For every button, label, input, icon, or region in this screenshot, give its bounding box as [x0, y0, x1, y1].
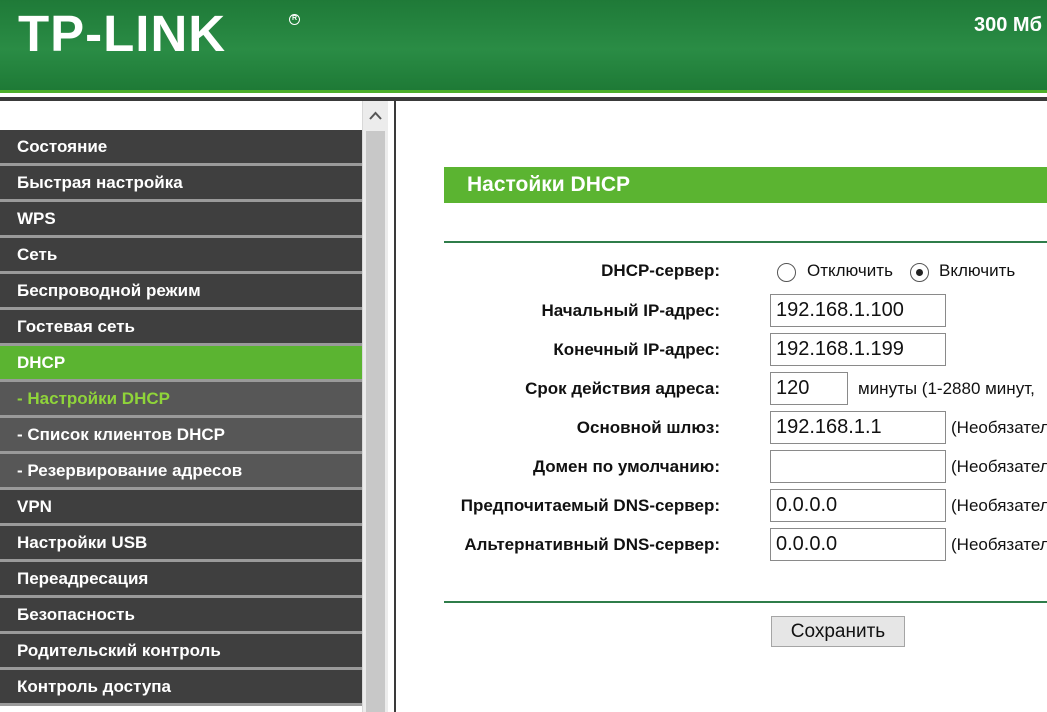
dns2-label: Альтернативный DNS-сервер:	[464, 535, 720, 554]
sidebar-scrollbar[interactable]	[362, 101, 388, 712]
dhcp-server-row: DHCP-сервер: Отключить Включить	[444, 254, 1047, 288]
chevron-up-icon[interactable]	[363, 101, 388, 130]
lease-time-row: Срок действия адреса: 120 минуты (1-2880…	[444, 372, 1047, 406]
domain-note: (Необязател	[951, 457, 1047, 476]
domain-row: Домен по умолчанию: (Необязател	[444, 450, 1047, 484]
gateway-row: Основной шлюз: 192.168.1.1 (Необязател	[444, 411, 1047, 445]
registered-mark: R	[289, 14, 300, 25]
dns2-input[interactable]: 0.0.0.0	[770, 528, 946, 561]
dns1-note: (Необязател	[951, 496, 1047, 515]
sidebar-item-usb-settings[interactable]: Настройки USB	[0, 526, 362, 562]
sidebar-item-address-reservation[interactable]: - Резервирование адресов	[0, 454, 362, 490]
start-ip-input[interactable]: 192.168.1.100	[770, 294, 946, 327]
sidebar-item-dhcp-settings[interactable]: - Настройки DHCP	[0, 382, 362, 418]
sidebar-item-guest-network[interactable]: Гостевая сеть	[0, 310, 362, 346]
gateway-label: Основной шлюз:	[576, 418, 720, 437]
sidebar-item-security[interactable]: Безопасность	[0, 598, 362, 634]
sidebar-item-wireless[interactable]: Беспроводной режим	[0, 274, 362, 310]
sidebar-item-access-control[interactable]: Контроль доступа	[0, 670, 362, 706]
domain-label: Домен по умолчанию:	[532, 457, 720, 476]
start-ip-label: Начальный IP-адрес:	[541, 301, 720, 320]
dns2-row: Альтернативный DNS-сервер: 0.0.0.0 (Необ…	[444, 528, 1047, 562]
sidebar-item-network[interactable]: Сеть	[0, 238, 362, 274]
sidebar-item-dhcp[interactable]: DHCP	[0, 346, 362, 382]
dhcp-on-label[interactable]: Включить	[939, 254, 1015, 288]
tp-link-logo: TP-LINK	[18, 5, 227, 62]
sidebar-item-wps[interactable]: WPS	[0, 202, 362, 238]
end-ip-row: Конечный IP-адрес: 192.168.1.199	[444, 333, 1047, 367]
dhcp-off-label[interactable]: Отключить	[807, 254, 893, 288]
sidebar-item-status[interactable]: Состояние	[0, 130, 362, 166]
sidebar-item-parental-control[interactable]: Родительский контроль	[0, 634, 362, 670]
scrollbar-thumb[interactable]	[366, 131, 385, 712]
divider-bottom	[444, 601, 1047, 603]
sidebar-menu: Состояние Быстрая настройка WPS Сеть Бес…	[0, 101, 362, 712]
sidebar-item-vpn[interactable]: VPN	[0, 490, 362, 526]
dns1-input[interactable]: 0.0.0.0	[770, 489, 946, 522]
model-name: 300 Мб	[974, 14, 1042, 36]
lease-time-note: минуты (1-2880 минут,	[858, 379, 1035, 398]
start-ip-row: Начальный IP-адрес: 192.168.1.100	[444, 294, 1047, 328]
sidebar-top-spacer	[0, 101, 362, 130]
end-ip-input[interactable]: 192.168.1.199	[770, 333, 946, 366]
dns1-label: Предпочитаемый DNS-сервер:	[460, 496, 720, 515]
end-ip-label: Конечный IP-адрес:	[553, 340, 720, 359]
dhcp-server-label: DHCP-сервер:	[601, 261, 720, 280]
sidebar-item-quick-setup[interactable]: Быстрая настройка	[0, 166, 362, 202]
domain-input[interactable]	[770, 450, 946, 483]
dns1-row: Предпочитаемый DNS-сервер: 0.0.0.0 (Необ…	[444, 489, 1047, 523]
gateway-note: (Необязател	[951, 418, 1047, 437]
page-title: Настойки DHCP	[444, 167, 1047, 203]
lease-time-input[interactable]: 120	[770, 372, 848, 405]
divider-top	[444, 241, 1047, 243]
header-banner: TP-LINK R 300 Мб	[0, 0, 1047, 90]
sidebar-item-forwarding[interactable]: Переадресация	[0, 562, 362, 598]
save-button[interactable]: Сохранить	[771, 616, 905, 647]
pane-divider	[394, 101, 396, 712]
lease-time-label: Срок действия адреса:	[525, 379, 720, 398]
dhcp-on-radio[interactable]	[910, 263, 929, 282]
sidebar-item-dhcp-clients[interactable]: - Список клиентов DHCP	[0, 418, 362, 454]
dhcp-off-radio[interactable]	[777, 263, 796, 282]
gateway-input[interactable]: 192.168.1.1	[770, 411, 946, 444]
dns2-note: (Необязател	[951, 535, 1047, 554]
